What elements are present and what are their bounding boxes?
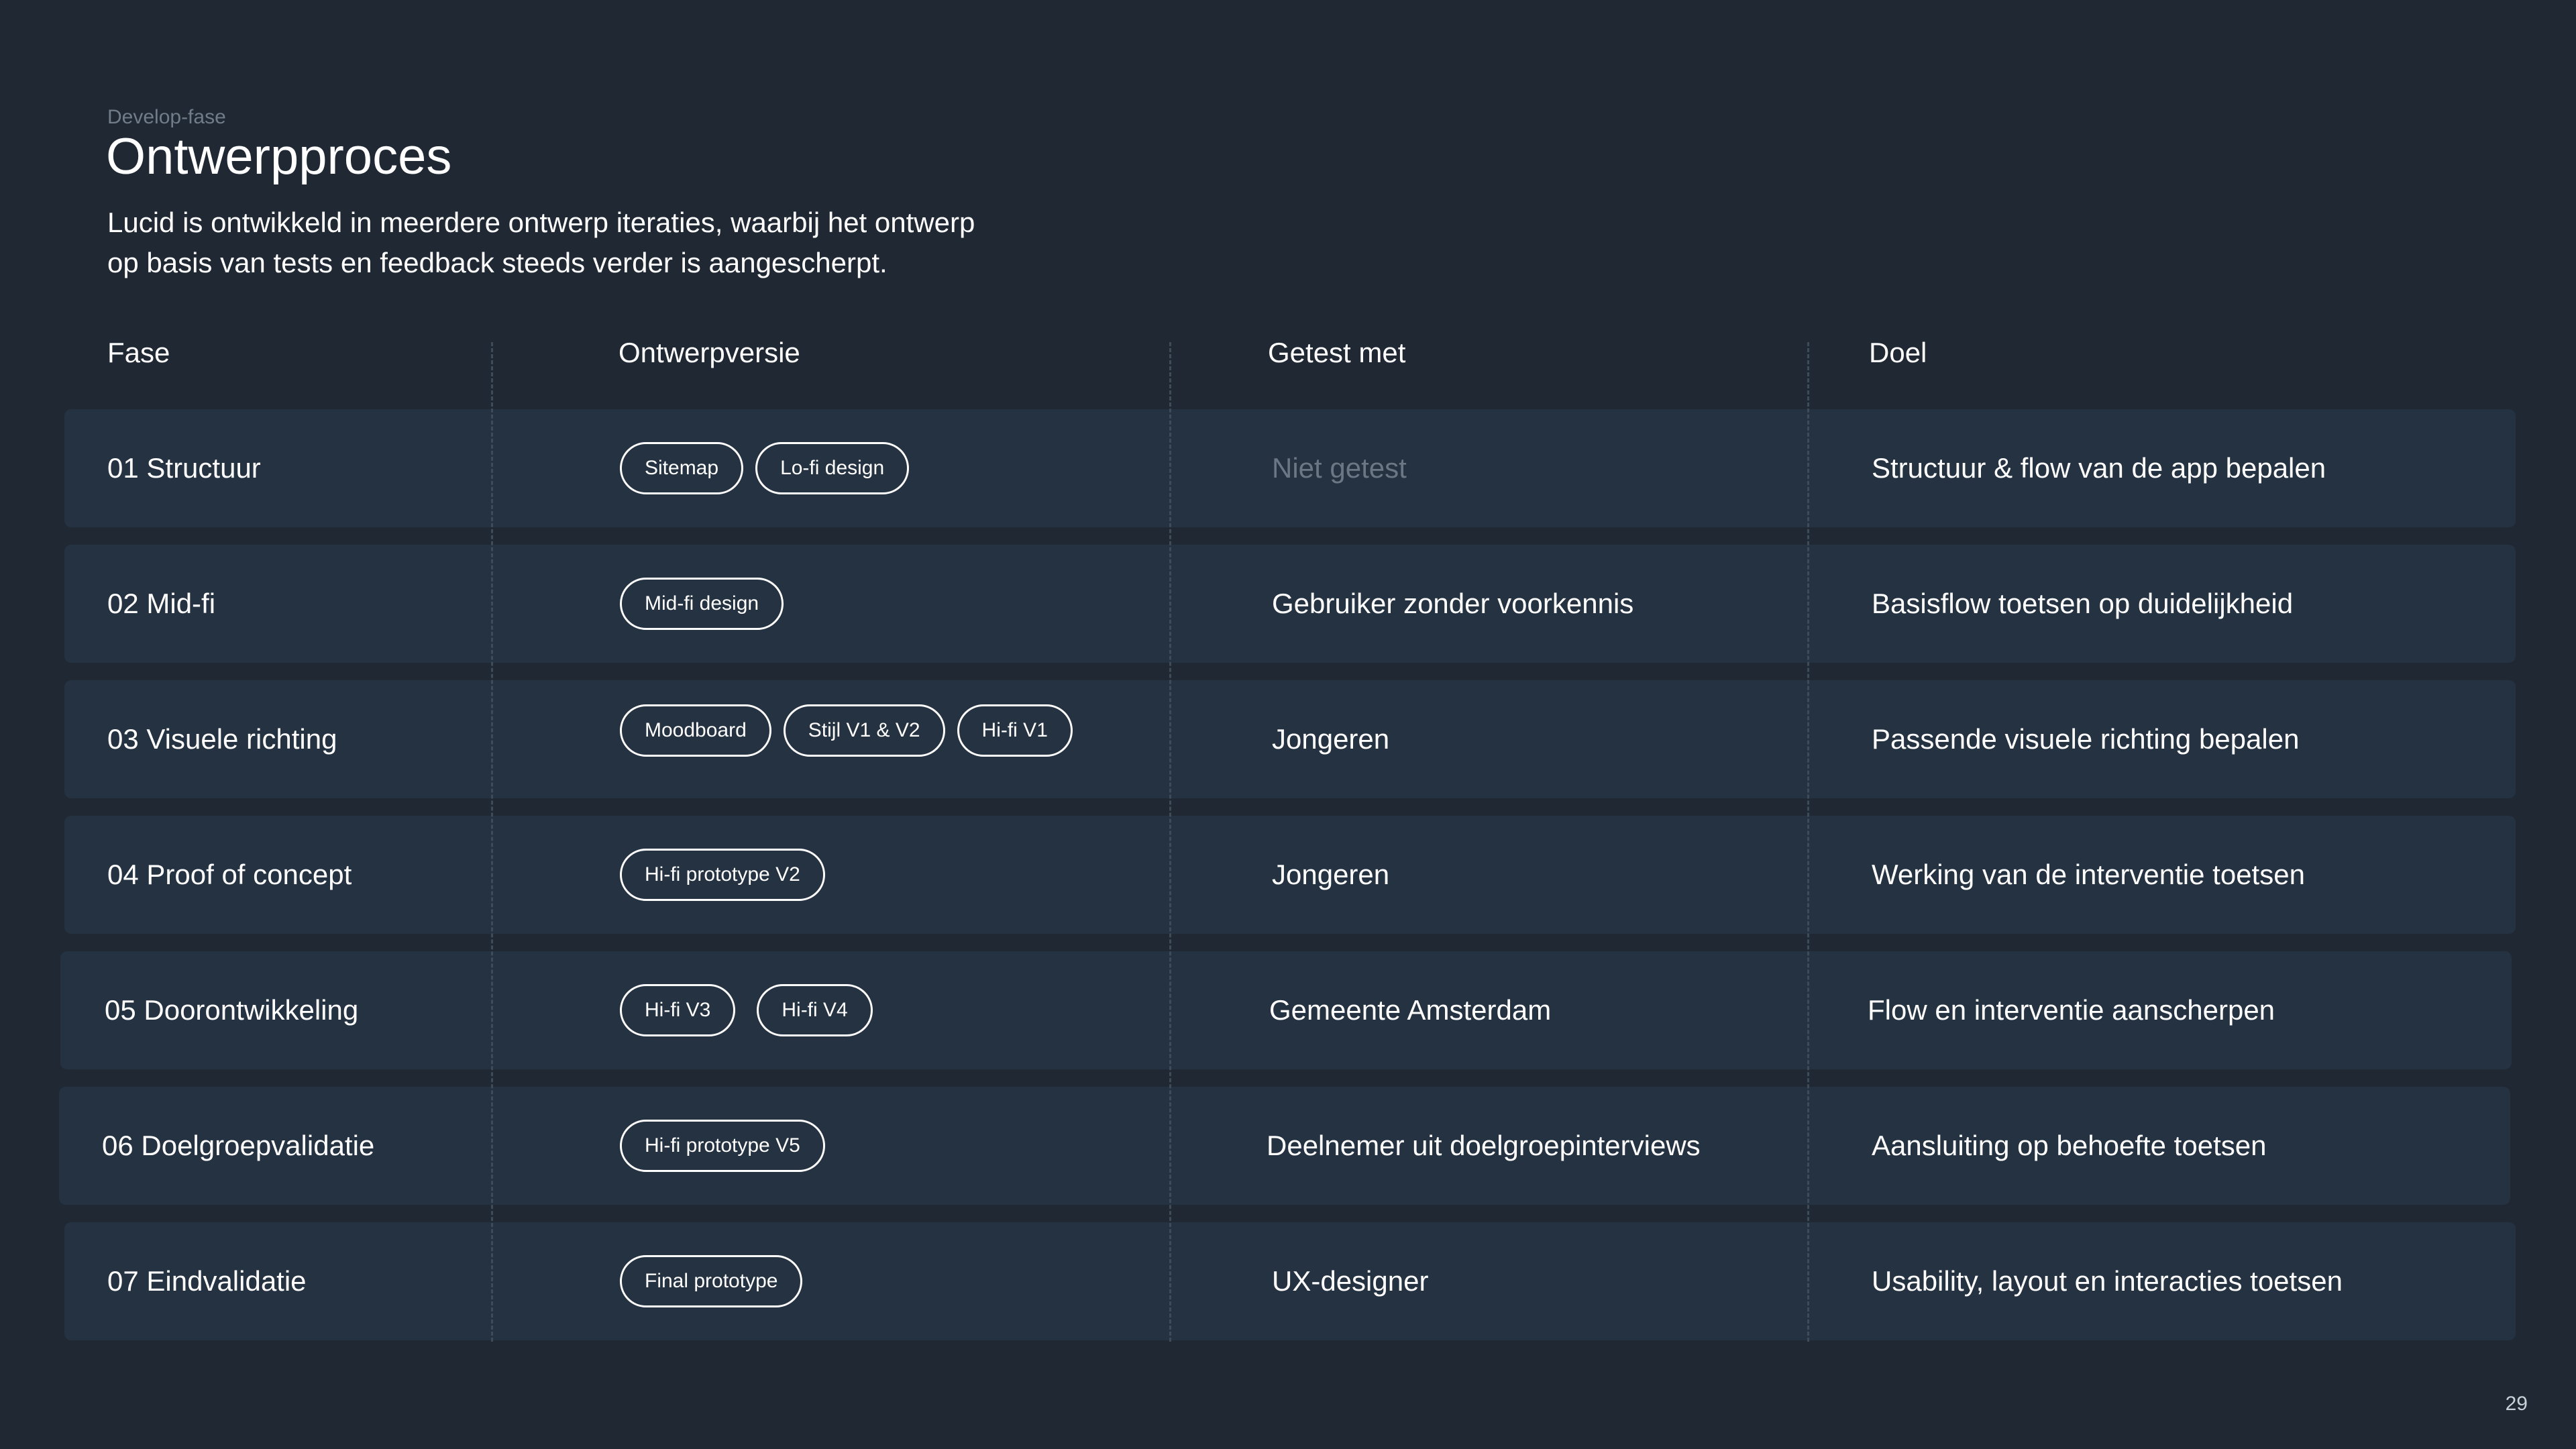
version-pill: Hi-fi prototype V2 bbox=[620, 849, 825, 901]
doel-cell: Usability, layout en interacties toetsen bbox=[1872, 1265, 2343, 1297]
version-pills: Hi-fi V3 Hi-fi V4 bbox=[620, 951, 873, 1069]
eyebrow-label: Develop-fase bbox=[107, 106, 226, 128]
version-pill: Hi-fi prototype V5 bbox=[620, 1120, 825, 1172]
intro-line-2: op basis van tests en feedback steeds ve… bbox=[107, 247, 888, 278]
column-header-ontwerpversie: Ontwerpversie bbox=[619, 337, 800, 368]
column-header-fase: Fase bbox=[107, 337, 170, 368]
version-pills: Moodboard Stijl V1 & V2 Hi-fi V1 bbox=[620, 680, 1073, 798]
doel-cell: Flow en interventie aanscherpen bbox=[1868, 994, 2275, 1026]
version-pill: Moodboard bbox=[620, 704, 771, 757]
page-title: Ontwerpproces bbox=[106, 128, 452, 185]
version-pills: Hi-fi prototype V5 bbox=[620, 1087, 825, 1205]
doel-cell: Structuur & flow van de app bepalen bbox=[1872, 452, 2326, 484]
getest-met-cell: Jongeren bbox=[1272, 859, 1390, 890]
version-pill: Hi-fi V1 bbox=[957, 704, 1073, 757]
table-row: 01 Structuur Sitemap Lo-fi design Niet g… bbox=[64, 409, 2516, 527]
page-number: 29 bbox=[2505, 1393, 2528, 1415]
version-pill: Mid-fi design bbox=[620, 578, 784, 630]
version-pill: Sitemap bbox=[620, 442, 744, 494]
fase-cell: 02 Mid-fi bbox=[107, 588, 216, 619]
doel-cell: Werking van de interventie toetsen bbox=[1872, 859, 2305, 890]
fase-cell: 01 Structuur bbox=[107, 452, 261, 484]
doel-cell: Passende visuele richting bepalen bbox=[1872, 723, 2300, 755]
version-pill: Hi-fi V4 bbox=[757, 984, 873, 1036]
table-row: 03 Visuele richting Moodboard Stijl V1 &… bbox=[64, 680, 2516, 798]
doel-cell: Aansluiting op behoefte toetsen bbox=[1872, 1130, 2267, 1161]
column-header-doel: Doel bbox=[1869, 337, 1927, 368]
fase-cell: 06 Doelgroepvalidatie bbox=[102, 1130, 375, 1161]
fase-cell: 07 Eindvalidatie bbox=[107, 1265, 307, 1297]
column-divider bbox=[1169, 342, 1171, 1342]
table-row: 07 Eindvalidatie Final prototype UX-desi… bbox=[64, 1222, 2516, 1340]
version-pills: Sitemap Lo-fi design bbox=[620, 409, 910, 527]
version-pills: Hi-fi prototype V2 bbox=[620, 816, 825, 934]
getest-met-cell: Jongeren bbox=[1272, 723, 1390, 755]
getest-met-cell: Deelnemer uit doelgroepinterviews bbox=[1267, 1130, 1701, 1161]
version-pill: Final prototype bbox=[620, 1255, 803, 1307]
fase-cell: 05 Doorontwikkeling bbox=[105, 994, 359, 1026]
version-pill: Stijl V1 & V2 bbox=[783, 704, 945, 757]
version-pills: Final prototype bbox=[620, 1222, 803, 1340]
fase-cell: 03 Visuele richting bbox=[107, 723, 337, 755]
getest-met-cell: Gebruiker zonder voorkennis bbox=[1272, 588, 1634, 619]
getest-met-cell: Niet getest bbox=[1272, 452, 1407, 484]
version-pill: Lo-fi design bbox=[755, 442, 910, 494]
doel-cell: Basisflow toetsen op duidelijkheid bbox=[1872, 588, 2294, 619]
version-pill: Hi-fi V3 bbox=[620, 984, 736, 1036]
table-row: 04 Proof of concept Hi-fi prototype V2 J… bbox=[64, 816, 2516, 934]
table-row: 06 Doelgroepvalidatie Hi-fi prototype V5… bbox=[59, 1087, 2510, 1205]
column-divider bbox=[491, 342, 493, 1342]
intro-text: Lucid is ontwikkeld in meerdere ontwerp … bbox=[107, 203, 1154, 283]
getest-met-cell: Gemeente Amsterdam bbox=[1269, 994, 1552, 1026]
table-row: 02 Mid-fi Mid-fi design Gebruiker zonder… bbox=[64, 545, 2516, 663]
fase-cell: 04 Proof of concept bbox=[107, 859, 352, 890]
table-row: 05 Doorontwikkeling Hi-fi V3 Hi-fi V4 Ge… bbox=[60, 951, 2512, 1069]
column-divider bbox=[1807, 342, 1809, 1342]
getest-met-cell: UX-designer bbox=[1272, 1265, 1429, 1297]
version-pills: Mid-fi design bbox=[620, 545, 784, 663]
column-header-getest-met: Getest met bbox=[1268, 337, 1406, 368]
intro-line-1: Lucid is ontwikkeld in meerdere ontwerp … bbox=[107, 207, 975, 238]
